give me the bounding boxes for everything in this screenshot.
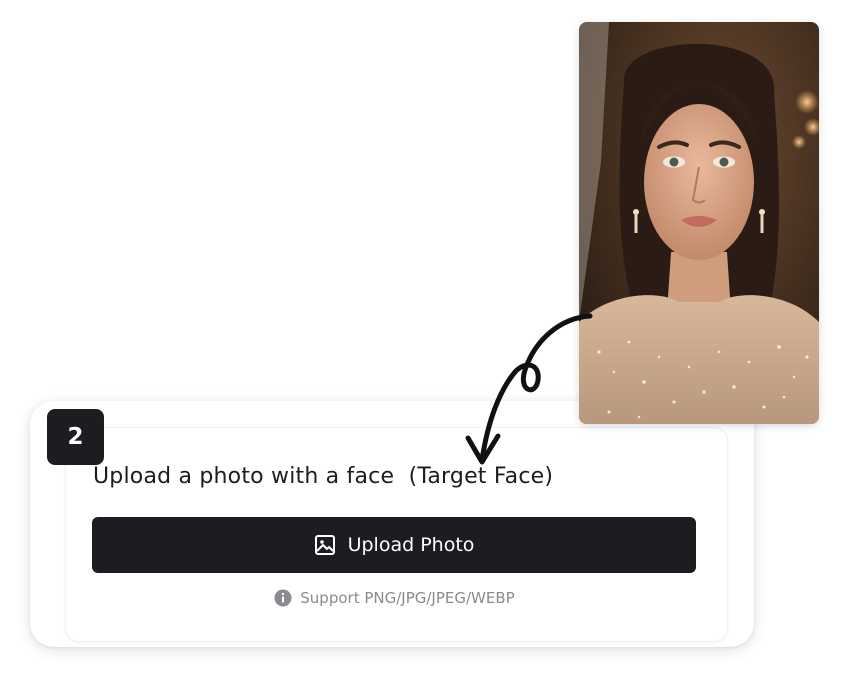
supported-formats-text: Support PNG/JPG/JPEG/WEBP	[300, 589, 515, 607]
step-number-badge: 2	[47, 409, 104, 465]
upload-photo-label: Upload Photo	[347, 534, 475, 556]
supported-formats: Support PNG/JPG/JPEG/WEBP	[0, 589, 789, 607]
upload-photo-button[interactable]: Upload Photo	[92, 517, 696, 573]
image-icon	[314, 534, 336, 556]
upload-step-panel: 2 Upload a photo with a face (Target Fac…	[0, 0, 849, 686]
info-icon	[274, 589, 292, 607]
example-face-photo	[579, 22, 819, 424]
curved-arrow-icon	[465, 313, 593, 465]
